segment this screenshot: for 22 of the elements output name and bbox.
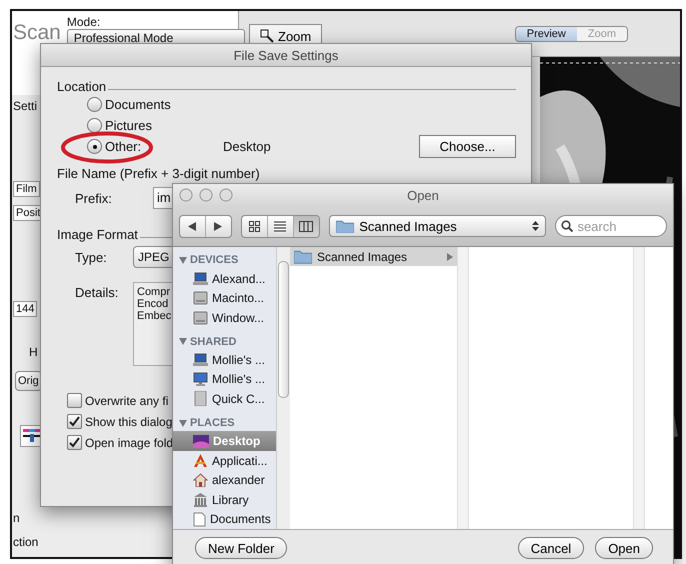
image-format-label: Image Format <box>57 227 138 242</box>
panel-label: ction <box>13 535 38 549</box>
details-line: Embec <box>137 310 172 322</box>
location-path: Desktop <box>223 139 271 154</box>
dialog-title: File Save Settings <box>234 48 338 62</box>
settings-label: Setti <box>13 99 38 113</box>
location-label: Location <box>57 79 106 94</box>
file-name-label: File Name (Prefix + 3-digit number) <box>57 166 260 181</box>
prefix-label: Prefix: <box>75 190 113 206</box>
sidebar-heading: SHARED <box>190 336 236 348</box>
dialog-title: Open <box>407 188 439 202</box>
type-label: Type: <box>75 250 108 264</box>
details-line: Compr <box>137 286 170 298</box>
sidebar-heading: DEVICES <box>190 254 238 266</box>
details-label: Details: <box>75 285 120 300</box>
app-title: Scan <box>13 21 61 45</box>
panel-label: n <box>13 511 20 525</box>
height-label: H <box>29 345 38 359</box>
details-line: Encod <box>137 298 168 310</box>
sidebar-heading: PLACES <box>190 417 235 430</box>
mode-label: Mode: <box>66 15 102 29</box>
film-label: Film <box>13 181 40 197</box>
